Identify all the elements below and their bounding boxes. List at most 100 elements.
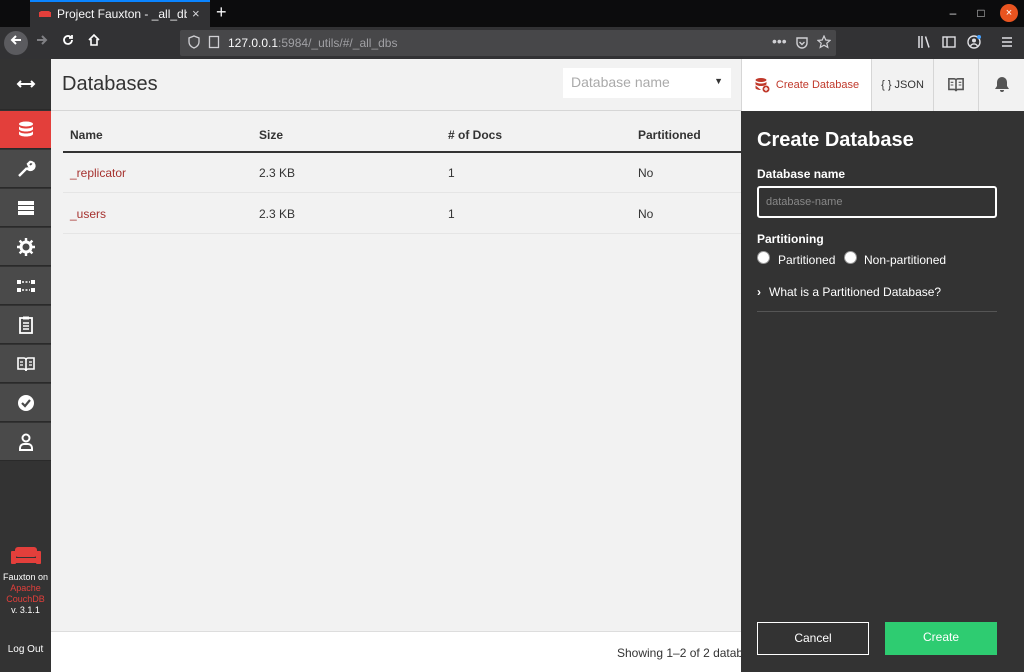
- database-partitioned: No: [638, 207, 654, 221]
- browser-tab-bar: Project Fauxton - _all_dbs × + – □ ×: [0, 0, 1024, 27]
- databases-table: Name Size # of Docs Partitioned _replica…: [51, 111, 741, 631]
- clipboard-icon: [18, 316, 33, 334]
- book-icon: [948, 77, 964, 92]
- sidebar-collapse-toggle[interactable]: [0, 59, 51, 110]
- database-link[interactable]: _replicator: [70, 166, 126, 180]
- page-header: Databases Database name ▼ Create Databas…: [51, 59, 1024, 119]
- bookmark-star-icon[interactable]: [817, 35, 831, 49]
- create-button[interactable]: Create: [885, 622, 997, 655]
- database-icon: [18, 121, 33, 136]
- back-arrow-icon[interactable]: [4, 31, 28, 55]
- shield-icon[interactable]: [188, 35, 200, 49]
- collapse-arrows-icon: [16, 80, 35, 88]
- create-database-button[interactable]: Create Database: [741, 59, 871, 119]
- url-host: 127.0.0.1: [228, 36, 279, 50]
- database-select-placeholder: Database name: [571, 74, 670, 90]
- sidebar-toggle-icon[interactable]: [942, 35, 956, 49]
- sidebar-item-active-tasks[interactable]: [0, 189, 51, 227]
- user-icon: [18, 433, 33, 451]
- fauxton-sidebar: Fauxton on Apache CouchDB v. 3.1.1 Log O…: [0, 59, 51, 672]
- partitioned-radio-label[interactable]: Partitioned: [778, 253, 835, 267]
- account-icon[interactable]: [967, 35, 981, 49]
- server-icon: [17, 200, 34, 215]
- create-database-label: Create Database: [775, 79, 860, 91]
- create-database-panel: Create Database Database name Partitioni…: [741, 111, 1024, 672]
- tab-close-icon[interactable]: ×: [192, 6, 200, 21]
- sidebar-item-documentation-log[interactable]: [0, 306, 51, 344]
- sidebar-item-user[interactable]: [0, 423, 51, 461]
- json-label: { } JSON: [881, 79, 924, 91]
- notifications-button[interactable]: [978, 59, 1024, 111]
- sidebar-item-config[interactable]: [0, 228, 51, 266]
- documentation-button[interactable]: [933, 59, 978, 111]
- database-doc-count: 1: [448, 207, 455, 221]
- window-close-icon[interactable]: ×: [1000, 4, 1018, 22]
- url-path: :5984/_utils/#/_all_dbs: [278, 36, 398, 50]
- partitioned-info-label: What is a Partitioned Database?: [769, 285, 942, 299]
- page-info-icon[interactable]: [208, 35, 220, 49]
- wrench-icon: [17, 160, 36, 177]
- non-partitioned-radio[interactable]: [844, 251, 857, 264]
- footer-version: v. 3.1.1: [11, 605, 40, 615]
- sidebar-item-docs[interactable]: [0, 345, 51, 383]
- logout-link[interactable]: Log Out: [0, 644, 51, 655]
- couchdb-logo-icon: [10, 547, 41, 564]
- pagination-footer: Showing 1–2 of 2 databases: [51, 631, 741, 672]
- database-link[interactable]: _users: [70, 207, 106, 221]
- footer-couchdb-link[interactable]: CouchDB: [0, 594, 51, 605]
- non-partitioned-radio-label[interactable]: Non-partitioned: [864, 253, 946, 267]
- column-header-size[interactable]: Size: [259, 128, 283, 142]
- pocket-icon[interactable]: [795, 36, 809, 50]
- database-name-select[interactable]: Database name ▼: [563, 68, 731, 98]
- partitioned-info-toggle[interactable]: › What is a Partitioned Database?: [757, 285, 941, 299]
- json-button[interactable]: { } JSON: [871, 59, 933, 111]
- sidebar-item-databases[interactable]: [0, 111, 51, 149]
- panel-title: Create Database: [757, 129, 914, 151]
- hamburger-menu-icon[interactable]: [1000, 35, 1014, 49]
- caret-down-icon: ▼: [714, 76, 723, 86]
- url-bar[interactable]: 127.0.0.1:5984/_utils/#/_all_dbs •••: [180, 30, 836, 56]
- database-doc-count: 1: [448, 166, 455, 180]
- sidebar-item-replication[interactable]: [0, 267, 51, 305]
- database-size: 2.3 KB: [259, 207, 296, 221]
- column-header-docs[interactable]: # of Docs: [448, 128, 502, 142]
- footer-apache-link[interactable]: Apache: [0, 583, 51, 594]
- column-header-partitioned[interactable]: Partitioned: [638, 128, 701, 142]
- minimize-icon[interactable]: –: [944, 4, 962, 22]
- footer-fauxton-on: Fauxton on: [2, 572, 49, 582]
- table-row: _replicator 2.3 KB 1 No: [63, 153, 741, 193]
- database-add-icon: [755, 78, 770, 93]
- sidebar-footer: Fauxton on Apache CouchDB v. 3.1.1: [0, 544, 51, 616]
- partitioned-radio[interactable]: [757, 251, 770, 264]
- more-dots-icon[interactable]: •••: [772, 33, 787, 49]
- header-actions: Create Database { } JSON: [741, 59, 1024, 119]
- gear-icon: [16, 237, 35, 256]
- table-row: _users 2.3 KB 1 No: [63, 194, 741, 234]
- database-partitioned: No: [638, 166, 654, 180]
- column-header-name[interactable]: Name: [70, 128, 103, 142]
- sidebar-item-verify[interactable]: [0, 384, 51, 422]
- couchdb-favicon-icon: [39, 11, 51, 17]
- new-tab-icon[interactable]: +: [216, 2, 227, 23]
- reload-icon[interactable]: [56, 31, 80, 55]
- library-icon[interactable]: [917, 35, 931, 49]
- database-size: 2.3 KB: [259, 166, 296, 180]
- page-title: Databases: [62, 73, 158, 95]
- pagination-summary: Showing 1–2 of 2 databases: [617, 646, 741, 660]
- maximize-icon[interactable]: □: [972, 4, 990, 22]
- database-name-input[interactable]: [757, 186, 997, 218]
- tab-title: Project Fauxton - _all_dbs: [57, 7, 187, 21]
- browser-nav-bar: 127.0.0.1:5984/_utils/#/_all_dbs •••: [0, 27, 1024, 59]
- book-icon: [16, 356, 35, 371]
- forward-arrow-icon[interactable]: [30, 31, 54, 55]
- chevron-right-icon: ›: [757, 285, 761, 299]
- sidebar-item-setup[interactable]: [0, 150, 51, 188]
- url-text: 127.0.0.1:5984/_utils/#/_all_dbs: [228, 36, 397, 50]
- panel-divider: [757, 311, 997, 312]
- cancel-button[interactable]: Cancel: [757, 622, 869, 655]
- browser-tab[interactable]: Project Fauxton - _all_dbs ×: [30, 0, 210, 27]
- partitioning-label: Partitioning: [757, 232, 824, 246]
- home-icon[interactable]: [82, 31, 106, 55]
- replication-icon: [16, 279, 35, 292]
- database-name-label: Database name: [757, 167, 846, 181]
